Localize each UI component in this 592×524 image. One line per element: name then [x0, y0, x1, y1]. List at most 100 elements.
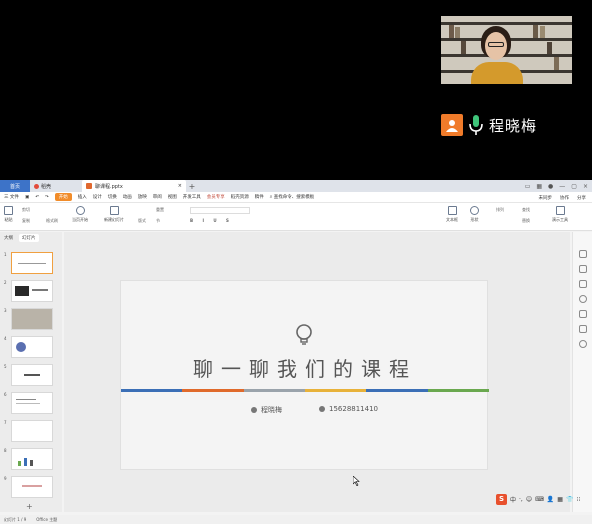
slide-thumb-9[interactable]: 9 — [4, 476, 60, 500]
backup-icon[interactable] — [579, 310, 587, 318]
sogou-ime-icon[interactable]: S — [496, 493, 507, 505]
shape-button[interactable]: 形状 — [470, 206, 479, 223]
new-slide-icon — [109, 206, 119, 215]
property-icon[interactable] — [579, 250, 587, 258]
text-box-button[interactable]: 文本框 — [446, 206, 458, 223]
wps-logo-icon — [34, 183, 39, 189]
lightbulb-icon — [296, 324, 312, 345]
current-slide[interactable]: 聊一聊我们的课程 程晓梅 15628811410 — [120, 280, 489, 470]
menu-view[interactable]: 视图 — [168, 194, 177, 200]
slide-thumb-7[interactable]: 7 — [4, 420, 60, 444]
font-select[interactable] — [190, 207, 250, 214]
user-icon[interactable]: 👤 — [547, 496, 554, 503]
animation-icon[interactable] — [579, 280, 587, 288]
menu-insert[interactable]: 插入 — [78, 194, 87, 200]
menu-developer[interactable]: 开发工具 — [183, 194, 201, 200]
menu-resources[interactable]: 稻壳资源 — [231, 194, 249, 200]
layout-button[interactable]: 版式 — [138, 218, 146, 224]
stripe-segment — [182, 389, 244, 392]
more-icon[interactable] — [579, 340, 587, 348]
stripe-segment — [304, 389, 367, 392]
play-current-button[interactable]: 当页开始 — [72, 206, 88, 223]
menu-animation[interactable]: 动画 — [123, 194, 132, 200]
share-button[interactable]: 分享 — [577, 195, 586, 201]
present-tools-button[interactable]: 演示工具 — [552, 206, 568, 223]
tab-document[interactable]: 聊课程.pptx × — [82, 180, 186, 192]
text-box-icon — [447, 206, 457, 215]
close-window-icon[interactable]: × — [583, 183, 588, 190]
document-tab-label: 聊课程.pptx — [95, 183, 123, 190]
menu-grid-icon[interactable]: ⁝⁝ — [576, 496, 580, 503]
menu-review[interactable]: 审阅 — [153, 194, 162, 200]
format-painter-button[interactable]: 格式刷 — [46, 218, 58, 224]
menu-manuscript[interactable]: 稿件 — [255, 194, 264, 200]
tab-close-icon[interactable]: × — [178, 183, 182, 189]
save-icon[interactable]: ▣ — [25, 195, 29, 200]
ime-mode[interactable]: 中 — [510, 495, 516, 504]
tab-outline[interactable]: 大纲 — [4, 235, 13, 241]
menu-home[interactable]: 开始 — [54, 193, 72, 201]
stripe-segment — [366, 389, 428, 392]
slide-thumb-5[interactable]: 5 — [4, 364, 60, 388]
paste-icon — [4, 206, 13, 215]
redo-icon[interactable]: ↷ — [45, 195, 49, 200]
tab-daoke[interactable]: 稻壳 — [30, 180, 82, 192]
minimize-icon[interactable]: — — [559, 183, 565, 190]
slide-thumb-1[interactable]: 1 — [4, 252, 60, 276]
slide-thumb-3[interactable]: 3 — [4, 308, 60, 332]
command-search[interactable]: ⌕ 查找命令、搜索模板 — [270, 194, 314, 200]
undo-icon[interactable]: ↶ — [35, 195, 39, 200]
webcam-video — [441, 16, 572, 84]
section-button[interactable]: 节 — [156, 218, 160, 224]
find-button[interactable]: 查找 — [522, 207, 530, 213]
menu-transition[interactable]: 切换 — [108, 194, 117, 200]
style-icon[interactable] — [579, 265, 587, 273]
sync-status[interactable]: 未同步 — [539, 195, 553, 201]
stripe-segment — [121, 389, 183, 392]
maximize-icon[interactable]: ▢ — [571, 183, 577, 190]
new-tab-button[interactable]: + — [186, 182, 198, 191]
tab-home[interactable]: 首页 — [0, 180, 30, 192]
arrange-button[interactable]: 排列 — [496, 207, 504, 213]
grid-icon[interactable]: ▦ — [536, 183, 542, 190]
copy-button[interactable]: 复制 — [22, 218, 30, 224]
menu-member[interactable]: 会员专享 — [207, 194, 225, 200]
paste-button[interactable]: 粘贴 — [4, 206, 13, 223]
presenter-name: 程晓梅 — [489, 116, 538, 135]
add-slide-button[interactable]: + — [26, 502, 33, 511]
menu-slideshow[interactable]: 放映 — [138, 194, 147, 200]
slide-thumb-4[interactable]: 4 — [4, 336, 60, 360]
replace-button[interactable]: 替换 — [522, 218, 530, 224]
emoji-icon[interactable]: ☺ — [526, 496, 532, 503]
play-icon — [75, 206, 85, 215]
slide-canvas: 聊一聊我们的课程 程晓梅 15628811410 — [64, 232, 570, 512]
status-bar: 幻灯片 1 / 9 Office 主题 — [0, 515, 592, 524]
slide-thumbnail-panel: 大纲 幻灯片 1 2 3 4 5 6 7 8 9 + — [0, 232, 62, 512]
share-icon[interactable] — [579, 325, 587, 333]
cut-button[interactable]: 剪切 — [22, 207, 30, 213]
menu-design[interactable]: 设计 — [93, 194, 102, 200]
new-slide-button[interactable]: 新建幻灯片 — [104, 206, 124, 223]
person-icon — [251, 407, 257, 413]
punctuation-icon[interactable]: ·, — [519, 496, 523, 503]
reset-button[interactable]: 重置 — [156, 207, 164, 213]
wps-app-window: 首页 稻壳 聊课程.pptx × + ▭ ▦ ● — ▢ × 三 文件 ▣ ↶ … — [0, 180, 592, 524]
menu-file[interactable]: 三 文件 — [4, 194, 19, 200]
shape-icon — [470, 206, 479, 215]
account-avatar[interactable]: ● — [548, 183, 553, 190]
help-icon[interactable] — [579, 295, 587, 303]
slide-phone: 15628811410 — [319, 405, 378, 413]
font-style-buttons[interactable]: B I U S — [190, 218, 233, 223]
keyboard-icon[interactable]: ⌨ — [535, 496, 544, 503]
layout-icon[interactable]: ▭ — [525, 183, 531, 190]
slide-thumb-6[interactable]: 6 — [4, 392, 60, 416]
stripe-segment — [243, 389, 305, 392]
tab-slides[interactable]: 幻灯片 — [19, 234, 39, 242]
slide-thumb-2[interactable]: 2 — [4, 280, 60, 304]
slide-thumb-8[interactable]: 8 — [4, 448, 60, 472]
toolbox-icon[interactable]: ▦ — [557, 496, 563, 503]
present-tools-icon — [555, 206, 565, 215]
skin-icon[interactable]: 👕 — [566, 496, 573, 503]
collaborate-button[interactable]: 协作 — [560, 195, 569, 201]
presenter-label: 程晓梅 — [441, 113, 537, 137]
